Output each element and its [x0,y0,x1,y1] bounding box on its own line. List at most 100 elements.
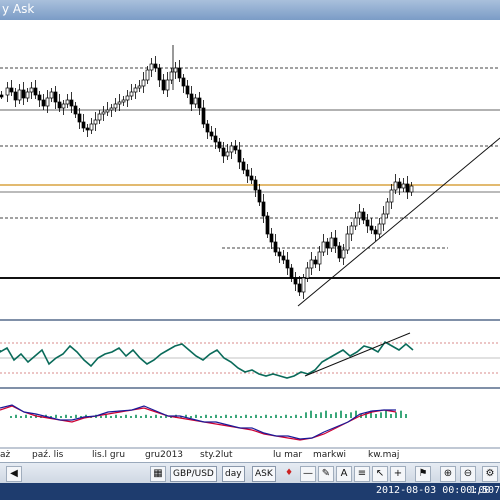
histogram-bar [55,414,57,418]
candle-body [165,79,170,91]
pencil-icon[interactable]: ✎ [318,466,334,482]
candle-body [329,237,334,249]
candle-body [17,89,22,101]
histogram-bar [225,414,227,418]
candle-body [385,201,390,215]
left-arrow-icon[interactable]: ◀ [6,466,22,482]
candle-body [153,63,158,69]
window-titlebar: y Ask [0,0,500,21]
x-axis-label: lu mar [273,450,303,460]
histogram-bar [395,412,397,418]
candle-body [133,87,138,93]
histogram-bar [75,414,77,418]
candle-body [45,97,50,107]
candle-body [313,259,318,265]
histogram-bar [190,416,192,418]
candle-body [109,107,114,111]
histogram-bar [70,416,72,418]
candle-body [53,91,58,103]
histogram-bar [345,414,347,418]
histogram-bar [320,412,322,418]
red-line-marker-icon[interactable]: ♦ [285,466,293,480]
candle-body [369,225,374,231]
candle-body [41,99,46,107]
symbol-select[interactable]: GBP/USD [170,466,217,482]
candle-body [233,145,238,151]
period-select[interactable]: day [222,466,245,482]
candle-body [125,95,130,101]
crosshair-icon[interactable]: + [390,466,406,482]
candle-body [321,241,326,253]
candle-body [265,215,270,235]
histogram-bar [260,416,262,418]
chart-icon[interactable]: ▦ [150,466,166,482]
histogram-bar [120,416,122,418]
histogram-bar [25,414,27,418]
candle-body [69,99,74,107]
histogram-bar [10,416,12,418]
candle-body [249,175,254,181]
candle-body [365,219,370,227]
candle-body [141,79,146,87]
candle-body [301,277,306,293]
histogram-bar [130,416,132,418]
candle-body [177,67,182,79]
candle-body [353,217,358,227]
candle-body [81,121,86,129]
candle-body [21,89,26,99]
candle-body [225,151,230,157]
candle-body [185,85,190,95]
cursor-icon[interactable]: ↖ [372,466,388,482]
histogram-bar [305,412,307,418]
histogram-bar [300,416,302,418]
x-axis-label: paź. lis [32,450,64,460]
x-axis-label: markwi [313,450,347,460]
chart-canvas[interactable] [0,20,500,457]
candle-body [337,245,342,259]
histogram-bar [110,416,112,418]
histogram-bar [240,416,242,418]
line-tool-icon[interactable]: — [300,466,316,482]
candle-body [0,94,4,98]
candle-body [61,103,66,109]
x-axis-label: aż [0,450,11,460]
settings-icon[interactable]: ⚙ [482,466,498,482]
fibonacci-icon[interactable]: ≡ [354,466,370,482]
histogram-bar [140,416,142,418]
candle-body [197,97,202,109]
candle-body [309,259,314,269]
candle-body [289,267,294,279]
status-value: 1,5076 [470,485,500,496]
x-axis-label: sty.2lut [200,450,233,460]
histogram-bar [105,414,107,418]
histogram-bar [230,416,232,418]
candle-body [9,87,14,93]
candle-body [213,135,218,143]
candle-body [273,241,278,253]
histogram-bar [115,414,117,418]
candle-body [217,141,222,149]
histogram-bar [155,414,157,418]
candle-body [349,225,354,235]
candle-body [105,109,110,113]
candle-body [269,233,274,243]
zoom-in-icon[interactable]: ⊕ [440,466,456,482]
histogram-bar [205,414,207,418]
histogram-bar [65,414,67,418]
histogram-bar [15,414,17,418]
candle-body [101,111,106,115]
histogram-bar [125,414,127,418]
histogram-bar [210,416,212,418]
price-type-select[interactable]: ASK [252,466,276,482]
histogram-bar [325,410,327,418]
flag-icon[interactable]: ⚑ [415,466,431,482]
histogram-bar [350,412,352,418]
text-tool-icon[interactable]: A [336,466,352,482]
candle-body [25,91,30,99]
candle-body [305,267,310,279]
candle-body [89,123,94,131]
candle-body [341,249,346,259]
candle-body [325,241,330,249]
candle-body [137,85,142,89]
zoom-out-icon[interactable]: ⊖ [460,466,476,482]
